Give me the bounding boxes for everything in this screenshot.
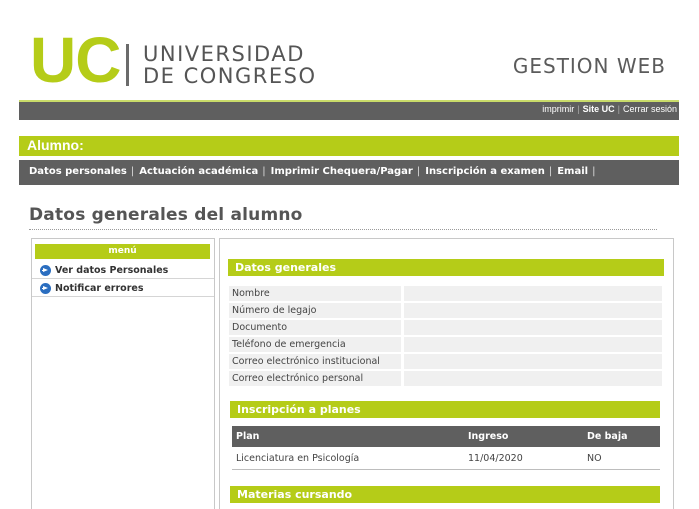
nav-imprimir-chequera[interactable]: Imprimir Chequera/Pagar (271, 166, 413, 177)
logout-link[interactable]: Cerrar sesión (623, 104, 677, 114)
field-label: Documento (229, 320, 401, 335)
nav-separator: | (548, 166, 553, 177)
field-label: Teléfono de emergencia (229, 337, 401, 352)
field-value (404, 354, 662, 369)
field-row-telefono: Teléfono de emergencia (229, 337, 662, 353)
menu-header: menú (35, 244, 210, 259)
logo-text-line2: DE CONGRESO (143, 64, 317, 88)
menu-item-label: Ver datos Personales (55, 265, 169, 276)
field-value (404, 337, 662, 352)
field-label: Correo electrónico institucional (229, 354, 401, 369)
nav-datos-personales[interactable]: Datos personales (29, 166, 127, 177)
field-row-legajo: Número de legajo (229, 303, 662, 319)
nav-email[interactable]: Email (557, 166, 588, 177)
nav-separator: | (416, 166, 421, 177)
section-materias-cursando: Materias cursando (230, 486, 660, 503)
page-title: Datos generales del alumno (29, 205, 303, 225)
field-row-correo-institucional: Correo electrónico institucional (229, 354, 662, 370)
table-row: Licenciatura en Psicología 11/04/2020 NO (232, 448, 660, 470)
print-link[interactable]: imprimir (542, 104, 574, 114)
logo-divider (126, 44, 129, 86)
nav-separator: | (262, 166, 266, 177)
table-header: Plan Ingreso De baja (232, 426, 660, 447)
title-divider (29, 229, 657, 230)
cell-de-baja: NO (587, 453, 602, 464)
column-header-de-baja: De baja (587, 431, 628, 442)
field-value (404, 371, 662, 386)
nav-actuacion-academica[interactable]: Actuación académica (139, 166, 258, 177)
field-row-documento: Documento (229, 320, 662, 336)
arrow-right-circle-icon (40, 283, 51, 294)
nav-separator: | (130, 166, 135, 177)
separator: | (577, 104, 580, 114)
field-row-correo-personal: Correo electrónico personal (229, 371, 662, 387)
nav-inscripcion-examen[interactable]: Inscripción a examen (425, 166, 545, 177)
app-name: GESTION WEB (512, 54, 666, 78)
field-label: Correo electrónico personal (229, 371, 401, 386)
field-value (404, 303, 662, 318)
field-label: Nombre (229, 286, 401, 301)
section-inscripcion-planes: Inscripción a planes (230, 401, 660, 418)
cell-plan: Licenciatura en Psicología (236, 453, 360, 464)
column-header-ingreso: Ingreso (468, 431, 509, 442)
logo-uc: UC (30, 24, 121, 96)
field-row-nombre: Nombre (229, 286, 662, 302)
site-uc-link[interactable]: Site UC (583, 104, 615, 114)
menu-item-notificar-errores[interactable]: Notificar errores (32, 280, 214, 297)
arrow-right-circle-icon (40, 265, 51, 276)
nav-separator: | (592, 166, 596, 177)
main-nav: Datos personales | Actuación académica | Imp… (19, 160, 679, 185)
menu-item-label: Notificar errores (55, 283, 144, 294)
alumno-title: Alumno: (27, 137, 84, 153)
field-label: Número de legajo (229, 303, 401, 318)
menu-item-ver-datos[interactable]: Ver datos Personales (32, 262, 214, 279)
field-value (404, 286, 662, 301)
field-value (404, 320, 662, 335)
cell-ingreso: 11/04/2020 (468, 453, 523, 464)
logo-text-line1: UNIVERSIDAD (143, 42, 305, 66)
column-header-plan: Plan (236, 431, 260, 442)
top-utility-bar: imprimir | Site UC | Cerrar sesión (19, 102, 679, 120)
section-datos-generales: Datos generales (228, 259, 664, 276)
separator: | (617, 104, 620, 114)
alumno-bar: Alumno: (19, 136, 679, 156)
top-links: imprimir | Site UC | Cerrar sesión (542, 104, 677, 114)
